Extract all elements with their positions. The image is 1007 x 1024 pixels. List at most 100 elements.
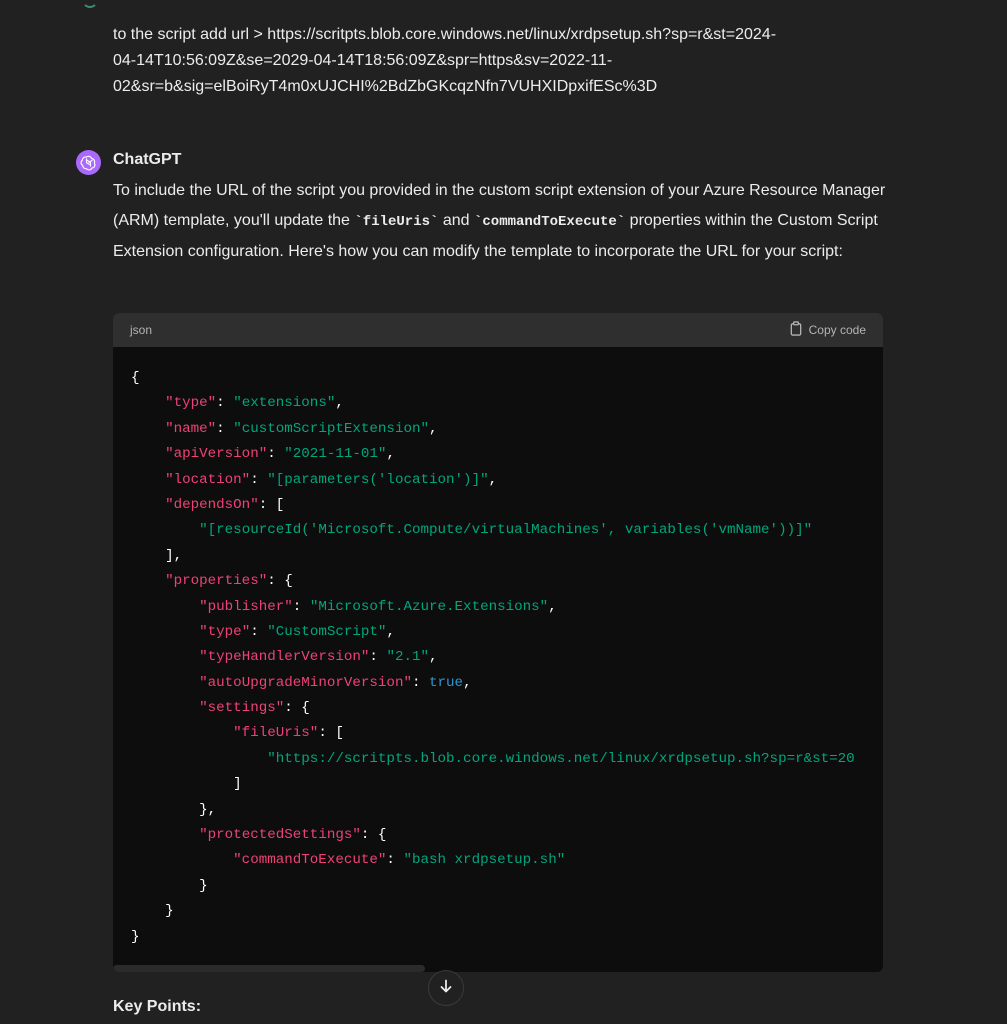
- code-token: "commandToExecute": [233, 852, 387, 869]
- code-token: ]: [233, 776, 242, 793]
- clipboard-icon: [789, 321, 803, 339]
- code-header: json Copy code: [113, 313, 883, 347]
- user-message-line: 02&sr=b&sig=elBoiRyT4m0xUJCHI%2BdZbGKcqz…: [113, 78, 658, 95]
- code-token: : [: [318, 725, 344, 742]
- code-token: ],: [165, 547, 183, 564]
- assistant-intro: To include the URL of the script you pro…: [113, 176, 893, 267]
- code-token: "protectedSettings": [199, 827, 361, 844]
- openai-logo-icon: [76, 150, 101, 175]
- code-token: ,: [386, 446, 395, 463]
- code-token: :: [250, 623, 268, 640]
- code-line: }: [131, 925, 865, 950]
- code-token: }: [165, 903, 174, 920]
- horizontal-scrollbar[interactable]: [113, 965, 425, 972]
- code-line: "https://scritpts.blob.core.windows.net/…: [131, 747, 865, 772]
- code-token: "location": [165, 471, 251, 488]
- code-line: "name": "customScriptExtension",: [131, 417, 865, 442]
- code-token: :: [292, 598, 310, 615]
- code-token: ,: [429, 649, 438, 666]
- user-avatar-icon: [82, 0, 98, 8]
- chat-page: to the script add url > https://scritpts…: [0, 0, 1007, 1024]
- code-line: "dependsOn": [: [131, 493, 865, 518]
- code-line: ]: [131, 772, 865, 797]
- code-line: "apiVersion": "2021-11-01",: [131, 442, 865, 467]
- code-line: "protectedSettings": {: [131, 823, 865, 848]
- code-token: "Microsoft.Azure.Extensions": [309, 598, 549, 615]
- code-token: : [: [258, 496, 285, 513]
- code-line: "fileUris": [: [131, 721, 865, 746]
- code-token: :: [250, 471, 268, 488]
- assistant-name: ChatGPT: [113, 151, 182, 168]
- code-line: "properties": {: [131, 569, 865, 594]
- code-token: "type": [199, 623, 251, 640]
- code-token: : {: [284, 700, 310, 717]
- code-token: "publisher": [199, 598, 293, 615]
- code-line: "autoUpgradeMinorVersion": true,: [131, 671, 865, 696]
- code-token: "properties": [165, 573, 268, 590]
- code-token: "autoUpgradeMinorVersion": [199, 674, 412, 691]
- arrow-down-icon: [438, 978, 454, 999]
- inline-code-commandtoexecute: `commandToExecute`: [474, 214, 626, 230]
- code-content: { "type": "extensions", "name": "customS…: [113, 347, 883, 966]
- code-token: "fileUris": [233, 725, 319, 742]
- code-line: "location": "[parameters('location')]",: [131, 468, 865, 493]
- code-token: ,: [335, 395, 344, 412]
- code-token: "2.1": [386, 649, 430, 666]
- code-line: {: [131, 366, 865, 391]
- scroll-to-bottom-button[interactable]: [428, 970, 464, 1006]
- code-token: {: [131, 370, 140, 386]
- code-token: "extensions": [233, 395, 336, 412]
- code-token: :: [386, 852, 404, 869]
- code-token: :: [267, 446, 285, 463]
- code-line: }: [131, 874, 865, 899]
- code-token: :: [369, 649, 387, 666]
- code-token: ,: [488, 471, 498, 488]
- code-line: }: [131, 899, 865, 924]
- code-token: "https://scritpts.blob.core.windows.net/…: [267, 750, 855, 767]
- code-token: :: [216, 420, 234, 437]
- code-token: "bash xrdpsetup.sh": [403, 852, 566, 869]
- code-token: "[resourceId('Microsoft.Compute/virtualM…: [199, 522, 813, 539]
- code-line: "publisher": "Microsoft.Azure.Extensions…: [131, 595, 865, 620]
- code-token: : {: [267, 573, 293, 590]
- code-line: "type": "extensions",: [131, 391, 865, 416]
- code-line: ],: [131, 544, 865, 569]
- code-token: "apiVersion": [165, 446, 268, 463]
- code-token: }: [131, 928, 140, 945]
- code-token: "2021-11-01": [284, 446, 387, 463]
- code-line: "commandToExecute": "bash xrdpsetup.sh": [131, 848, 865, 873]
- code-token: ,: [548, 598, 557, 615]
- code-token: }: [199, 877, 208, 894]
- code-line: "settings": {: [131, 696, 865, 721]
- code-line: "[resourceId('Microsoft.Compute/virtualM…: [131, 518, 865, 543]
- code-token: :: [216, 395, 234, 412]
- code-token: :: [411, 674, 430, 691]
- code-token: ,: [463, 674, 472, 691]
- copy-code-label: Copy code: [808, 323, 866, 337]
- code-block: json Copy code { "type": "extensions", "…: [113, 313, 883, 972]
- user-message-line: to the script add url > https://scritpts…: [113, 26, 777, 43]
- copy-code-button[interactable]: Copy code: [789, 321, 866, 339]
- code-token: ,: [429, 420, 438, 437]
- code-line: },: [131, 798, 865, 823]
- code-line: "typeHandlerVersion": "2.1",: [131, 645, 865, 670]
